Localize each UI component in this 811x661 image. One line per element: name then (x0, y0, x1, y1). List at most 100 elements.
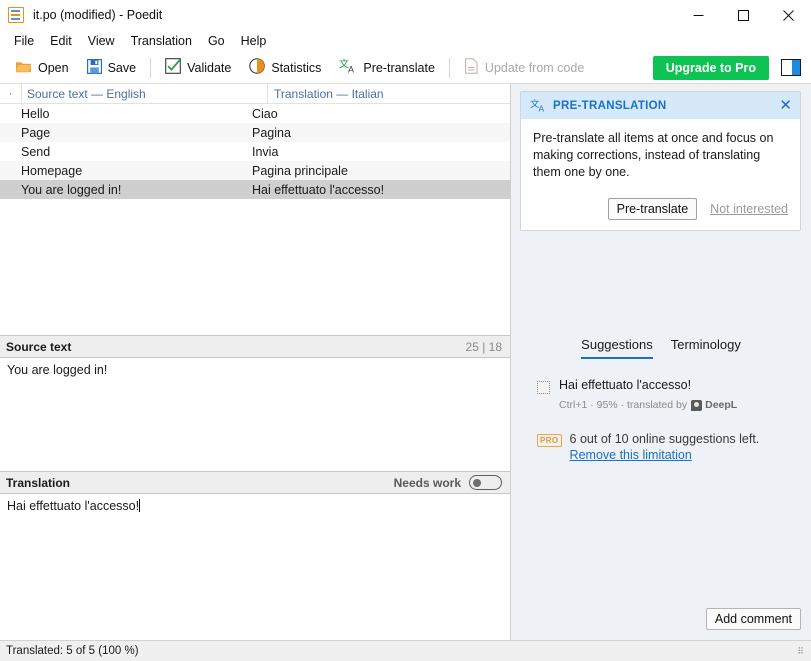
suggestion-text: Hai effettuato l'accesso! (559, 378, 692, 392)
pre-translation-actions: Pre-translate Not interested (533, 198, 788, 220)
source-text-header: Source text 25 | 18 (0, 335, 510, 358)
svg-text:A: A (539, 104, 545, 113)
toolbar: Open Save Validate Statistics 文 A Pre-tr… (0, 52, 811, 84)
menu-view[interactable]: View (80, 32, 123, 50)
suggestion-item[interactable]: Hai effettuato l'accesso! (537, 378, 797, 394)
pre-translate-button[interactable]: Pre-translate (607, 198, 698, 220)
translate-icon: 文 A (339, 58, 357, 77)
deepl-badge: DeepL (691, 399, 737, 411)
editor-column: · Source text — English Translation — It… (0, 84, 511, 640)
document-refresh-icon (464, 58, 479, 77)
list-empty-area (0, 199, 510, 335)
pretranslate-button[interactable]: 文 A Pre-translate (330, 55, 444, 81)
deepl-icon (691, 399, 703, 411)
close-icon[interactable] (766, 0, 811, 30)
maximize-icon[interactable] (721, 0, 766, 30)
table-row[interactable]: Homepage Pagina principale (0, 161, 510, 180)
floppy-disk-icon (86, 58, 102, 77)
window-controls (676, 0, 811, 30)
translation-input-value: Hai effettuato l'accesso! (7, 499, 140, 513)
menu-help[interactable]: Help (233, 32, 275, 50)
list-header-translation[interactable]: Translation — Italian (267, 84, 510, 103)
pro-badge: PRO (537, 434, 562, 447)
statistics-label: Statistics (271, 60, 322, 75)
open-button[interactable]: Open (6, 55, 78, 81)
status-text: Translated: 5 of 5 (100 %) (6, 645, 139, 657)
poedit-window: it.po (modified) - Poedit File Edit View… (0, 0, 811, 661)
pre-translation-card-body: Pre-translate all items at once and focu… (521, 119, 800, 230)
pre-translation-description: Pre-translate all items at once and focu… (533, 131, 774, 179)
suggestions-panel: Hai effettuato l'accesso! Ctrl+1 · 95% ·… (511, 378, 811, 462)
row-source: You are logged in! (21, 182, 122, 197)
table-row[interactable]: Page Pagina (0, 123, 510, 142)
add-comment-button[interactable]: Add comment (705, 608, 801, 630)
source-char-counts: 25 | 18 (465, 339, 502, 354)
sidebar: 文 A PRE-TRANSLATION ✕ Pre-translate all … (511, 84, 811, 640)
row-translation: Pagina principale (252, 163, 348, 178)
menu-go[interactable]: Go (200, 32, 233, 50)
table-row[interactable]: Send Invia (0, 142, 510, 161)
needs-work-toggle[interactable] (469, 475, 502, 490)
row-translation: Ciao (252, 106, 278, 121)
translation-header: Translation Needs work (0, 471, 510, 494)
suggestion-source-icon (537, 381, 550, 394)
main-body: · Source text — English Translation — It… (0, 84, 811, 640)
sidebar-tabs: Suggestions Terminology (511, 337, 811, 359)
remove-limitation-link[interactable]: Remove this limitation (570, 448, 760, 462)
pre-translation-card-title: PRE-TRANSLATION (553, 99, 667, 112)
list-header-dot: · (8, 87, 13, 100)
pro-limitation-text: 6 out of 10 online suggestions left. (569, 432, 760, 446)
row-source: Send (21, 144, 51, 159)
update-from-code-button[interactable]: Update from code (455, 55, 593, 81)
translation-input[interactable]: Hai effettuato l'accesso! (0, 494, 510, 640)
row-source: Hello (21, 106, 50, 121)
suggestion-meta: Ctrl+1 · 95% · translated by DeepL (559, 399, 797, 411)
menu-file[interactable]: File (6, 32, 42, 50)
translation-list-header: · Source text — English Translation — It… (0, 84, 510, 104)
sidebar-toggle-icon[interactable] (781, 59, 801, 76)
window-title: it.po (modified) - Poedit (33, 8, 163, 22)
checkmark-box-icon (165, 58, 181, 77)
validate-label: Validate (187, 60, 232, 75)
upgrade-to-pro-button[interactable]: Upgrade to Pro (652, 55, 769, 80)
source-text-content: You are logged in! (0, 358, 510, 471)
row-translation: Invia (252, 144, 279, 159)
table-row[interactable]: Hello Ciao (0, 104, 510, 123)
pie-chart-icon (249, 58, 266, 77)
close-icon[interactable]: ✕ (779, 98, 792, 113)
open-label: Open (38, 60, 69, 75)
validate-button[interactable]: Validate (156, 55, 240, 81)
pretranslate-label: Pre-translate (363, 60, 435, 75)
menu-translation[interactable]: Translation (123, 32, 200, 50)
minimize-icon[interactable] (676, 0, 721, 30)
tab-terminology[interactable]: Terminology (671, 337, 741, 359)
update-from-code-label: Update from code (484, 60, 585, 75)
not-interested-link[interactable]: Not interested (710, 202, 788, 216)
toolbar-separator (150, 57, 152, 78)
list-header-source[interactable]: Source text — English (21, 84, 267, 103)
suggestion-meta-text: Ctrl+1 · 95% · translated by (559, 399, 688, 411)
statistics-button[interactable]: Statistics (240, 55, 330, 81)
table-row-selected[interactable]: You are logged in! Hai effettuato l'acce… (0, 180, 510, 199)
text-caret (139, 499, 141, 512)
title-bar: it.po (modified) - Poedit (0, 0, 811, 30)
tab-suggestions[interactable]: Suggestions (581, 337, 653, 359)
status-bar: Translated: 5 of 5 (100 %) ⠿ (0, 640, 811, 661)
row-translation: Hai effettuato l'accesso! (252, 182, 385, 197)
menu-edit[interactable]: Edit (42, 32, 80, 50)
folder-icon (15, 59, 32, 77)
pro-limitation-row: PRO 6 out of 10 online suggestions left.… (537, 432, 797, 462)
deepl-label: DeepL (705, 399, 738, 411)
resize-grip-icon[interactable]: ⠿ (797, 646, 805, 657)
needs-work-label: Needs work (393, 475, 461, 490)
translation-title: Translation (6, 475, 71, 490)
needs-work-group: Needs work (394, 475, 502, 490)
source-text-title: Source text (6, 339, 72, 354)
save-label: Save (107, 60, 137, 75)
save-button[interactable]: Save (78, 55, 146, 81)
pre-translation-card-header: 文 A PRE-TRANSLATION ✕ (521, 92, 800, 119)
row-source: Page (21, 125, 51, 140)
translation-list: Hello Ciao Page Pagina Send Invia Homepa… (0, 104, 510, 199)
svg-text:A: A (348, 65, 354, 75)
pre-translation-card: 文 A PRE-TRANSLATION ✕ Pre-translate all … (520, 91, 801, 231)
